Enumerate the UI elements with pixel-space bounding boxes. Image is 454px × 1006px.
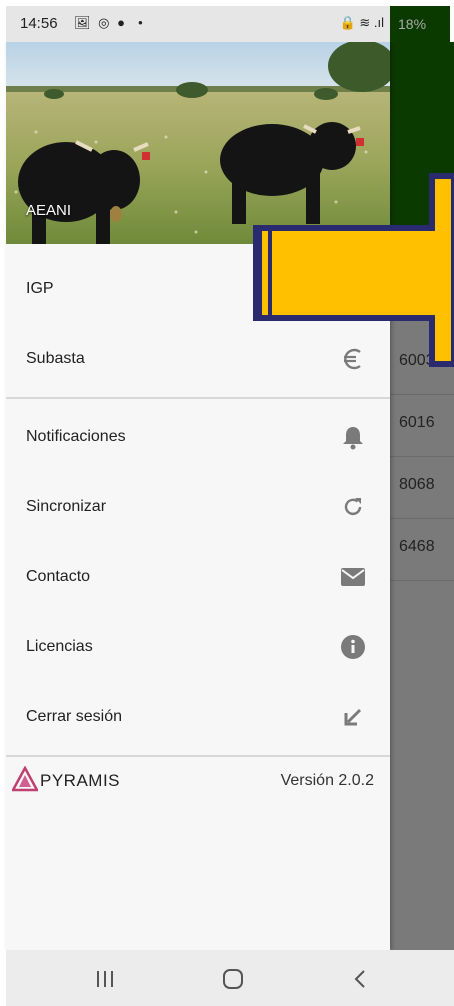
arrow-annotation <box>253 173 454 367</box>
mail-icon <box>341 568 365 586</box>
list-item[interactable]: 8068 <box>390 458 454 519</box>
menu-item-label: IGP <box>26 280 54 297</box>
notification-icons: 🖼 ◎ ● • <box>74 15 145 30</box>
pyramis-logo-icon <box>10 765 40 792</box>
menu-item-label: Contacto <box>26 568 91 585</box>
menu-item-cerrar-sesion[interactable]: Cerrar sesión <box>6 682 390 752</box>
system-nav-bar <box>6 950 454 1006</box>
menu-divider <box>6 397 390 399</box>
recent-apps-button[interactable] <box>90 966 120 992</box>
footer-divider <box>6 755 390 757</box>
pyramis-logo: PYRAMIS <box>10 765 120 796</box>
system-icons: 🔒 ≋ .ıl <box>339 15 384 30</box>
info-icon <box>341 635 365 659</box>
menu-item-label: Licencias <box>26 638 93 655</box>
list-item[interactable]: 6016 <box>390 396 454 457</box>
list-item[interactable]: 6468 <box>390 520 454 581</box>
menu-item-licencias[interactable]: Licencias <box>6 612 390 682</box>
status-bar: 14:56 🖼 ◎ ● • 🔒 ≋ .ıl <box>6 6 390 42</box>
menu-item-label: Sincronizar <box>26 498 107 515</box>
menu-item-label: Cerrar sesión <box>26 708 123 725</box>
drawer-header-title: AEANI <box>26 202 72 219</box>
logout-arrow-icon <box>344 708 362 726</box>
menu-item-contacto[interactable]: Contacto <box>6 542 390 612</box>
bell-icon <box>343 427 363 450</box>
pyramis-logo-text: PYRAMIS <box>40 771 121 790</box>
menu-item-label: Subasta <box>26 350 85 367</box>
refresh-icon <box>344 498 362 516</box>
menu-item-notificaciones[interactable]: Notificaciones <box>6 402 390 472</box>
battery-text: 18% <box>398 16 427 32</box>
status-battery-area: 18% <box>390 6 450 42</box>
home-button[interactable] <box>218 966 248 992</box>
back-button[interactable] <box>346 966 376 992</box>
app-version: Versión 2.0.2 <box>280 772 374 789</box>
status-time: 14:56 <box>20 15 58 32</box>
menu-item-sincronizar[interactable]: Sincronizar <box>6 472 390 542</box>
menu-item-label: Notificaciones <box>26 428 126 445</box>
